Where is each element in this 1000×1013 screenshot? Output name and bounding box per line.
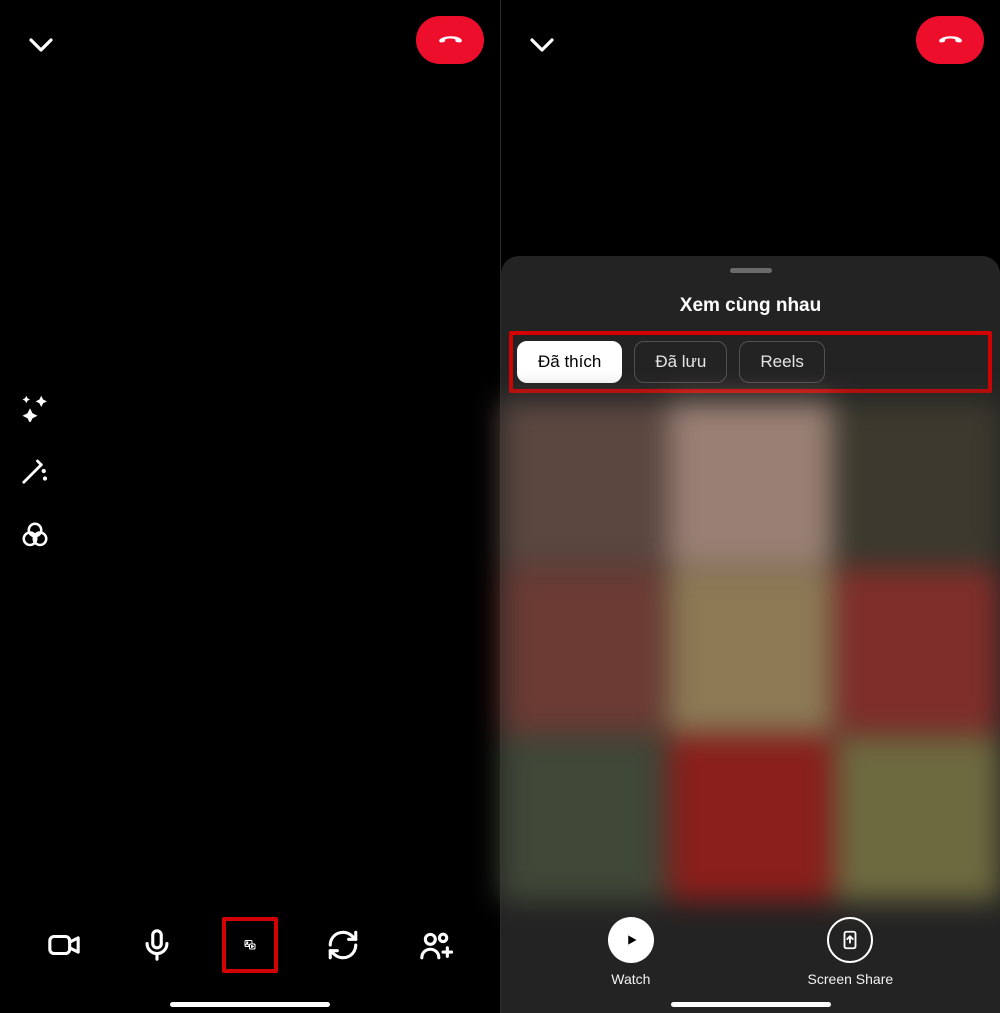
flip-camera-button[interactable]: [315, 917, 371, 973]
media-gallery-icon: [244, 928, 256, 962]
rotate-icon: [326, 928, 360, 962]
minimize-button[interactable]: [24, 28, 58, 62]
call-screen-left: [0, 0, 500, 1013]
mic-toggle-button[interactable]: [129, 917, 185, 973]
minimize-button[interactable]: [525, 28, 559, 62]
screen-share-label: Screen Share: [808, 971, 894, 987]
video-camera-icon: [47, 928, 81, 962]
tab-reels[interactable]: Reels: [739, 341, 824, 383]
call-bottom-bar: [0, 917, 500, 973]
sheet-grab-handle[interactable]: [730, 268, 772, 273]
screen-share-action[interactable]: Screen Share: [808, 917, 894, 987]
phone-hangup-icon: [937, 27, 963, 53]
watch-icon-circle: [608, 917, 654, 963]
play-icon: [620, 929, 642, 951]
tab-liked[interactable]: Đã thích: [517, 341, 622, 383]
color-filter-button[interactable]: [18, 518, 52, 552]
screen-share-icon: [839, 929, 861, 951]
sparkles-icon: [20, 392, 50, 422]
screen-share-icon-circle: [827, 917, 873, 963]
phone-hangup-icon: [437, 27, 463, 53]
chevron-down-icon: [26, 30, 56, 60]
media-share-button[interactable]: [222, 917, 278, 973]
watch-label: Watch: [611, 971, 650, 987]
magic-wand-button[interactable]: [18, 454, 52, 488]
sheet-title: Xem cùng nhau: [501, 295, 1000, 317]
hang-up-button[interactable]: [916, 16, 984, 64]
hang-up-button[interactable]: [416, 16, 484, 64]
sheet-action-row: Watch Screen Share: [501, 917, 1000, 987]
color-overlap-icon: [20, 520, 50, 550]
home-indicator[interactable]: [671, 1002, 831, 1007]
sparkles-button[interactable]: [18, 390, 52, 424]
tabs-row: Đã thích Đã lưu Reels: [509, 331, 992, 393]
magic-wand-icon: [20, 456, 50, 486]
home-indicator[interactable]: [170, 1002, 330, 1007]
chevron-down-icon: [527, 30, 557, 60]
watch-together-sheet: Xem cùng nhau Đã thích Đã lưu Reels Watc…: [501, 256, 1000, 1013]
tab-saved[interactable]: Đã lưu: [634, 341, 727, 383]
effects-tool-column: [18, 390, 52, 552]
microphone-icon: [140, 928, 174, 962]
watch-action[interactable]: Watch: [608, 917, 654, 987]
people-add-icon: [419, 928, 453, 962]
camera-toggle-button[interactable]: [36, 917, 92, 973]
call-screen-right: Xem cùng nhau Đã thích Đã lưu Reels Watc…: [500, 0, 1000, 1013]
media-grid[interactable]: [501, 401, 1000, 901]
add-people-button[interactable]: [408, 917, 464, 973]
